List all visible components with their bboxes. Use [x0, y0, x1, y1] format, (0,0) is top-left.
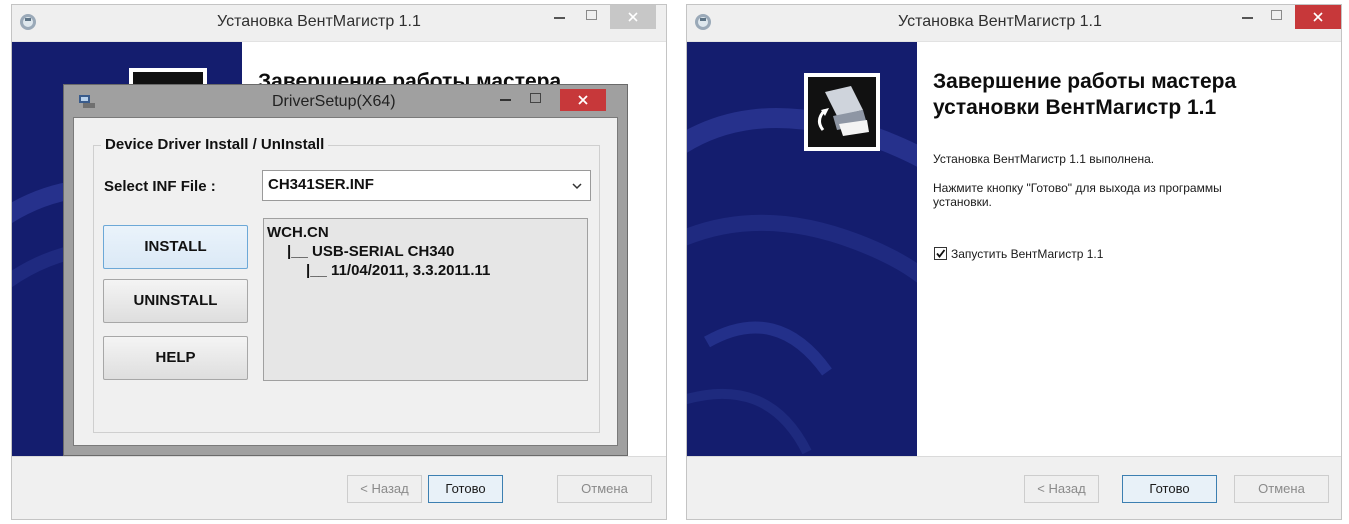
- tree-root: WCH.CN: [267, 224, 329, 241]
- maximize-icon: [1271, 10, 1282, 20]
- inf-file-value: CH341SER.INF: [268, 176, 374, 193]
- uninstall-button[interactable]: UNINSTALL: [103, 279, 248, 323]
- left-window-titlebar[interactable]: Установка ВентМагистр 1.1: [12, 5, 666, 42]
- driver-minimize-button[interactable]: [494, 89, 518, 113]
- maximize-button[interactable]: [1265, 5, 1289, 29]
- close-icon: [628, 12, 638, 22]
- installer-app-icon: [20, 14, 36, 30]
- left-window-title: Установка ВентМагистр 1.1: [217, 13, 421, 30]
- back-button[interactable]: < Назад: [347, 475, 422, 503]
- dropdown-chevron-icon: [572, 183, 582, 190]
- maximize-icon: [586, 10, 597, 20]
- wizard-heading-line1: Завершение работы мастера: [933, 70, 1237, 93]
- driver-dialog-title: DriverSetup(X64): [272, 93, 396, 110]
- cancel-button[interactable]: Отмена: [1234, 475, 1329, 503]
- close-icon: [578, 95, 588, 105]
- banner-graphic: [687, 42, 917, 457]
- select-inf-label: Select INF File :: [104, 178, 216, 195]
- install-button[interactable]: INSTALL: [103, 225, 248, 269]
- driver-maximize-button[interactable]: [524, 89, 548, 113]
- inf-file-select[interactable]: CH341SER.INF: [262, 170, 591, 201]
- right-window-title: Установка ВентМагистр 1.1: [898, 13, 1102, 30]
- wizard-banner: [687, 42, 917, 457]
- instruction-text-line2: установки.: [933, 195, 992, 209]
- driver-setup-dialog: DriverSetup(X64) Device Driver Install /…: [63, 84, 628, 456]
- driver-dialog-client: Device Driver Install / UnInstall Select…: [73, 117, 618, 446]
- minimize-button[interactable]: [548, 5, 572, 29]
- minimize-icon: [554, 17, 565, 19]
- minimize-button[interactable]: [1236, 5, 1260, 29]
- maximize-icon: [530, 93, 541, 103]
- back-button[interactable]: < Назад: [1024, 475, 1099, 503]
- right-wizard-footer: < Назад Готово Отмена: [687, 456, 1341, 519]
- install-complete-text: Установка ВентМагистр 1.1 выполнена.: [933, 152, 1155, 166]
- checkmark-icon: [936, 249, 946, 258]
- left-wizard-footer: < Назад Готово Отмена: [12, 456, 666, 519]
- group-label: Device Driver Install / UnInstall: [101, 136, 329, 153]
- finish-button[interactable]: Готово: [1122, 475, 1217, 503]
- installer-app-icon: [695, 14, 711, 30]
- right-installer-window: Установка ВентМагистр 1.1 Завершение раб…: [686, 4, 1342, 520]
- driver-dialog-titlebar[interactable]: DriverSetup(X64): [64, 85, 627, 117]
- cancel-button[interactable]: Отмена: [557, 475, 652, 503]
- maximize-button[interactable]: [580, 5, 604, 29]
- minimize-icon: [1242, 17, 1253, 19]
- minimize-icon: [500, 99, 511, 101]
- driver-close-button[interactable]: [560, 89, 606, 111]
- driver-setup-app-icon: [79, 95, 95, 108]
- close-button[interactable]: [610, 5, 656, 29]
- launch-app-checkbox[interactable]: [934, 247, 947, 260]
- tree-grandchild: |__ 11/04/2011, 3.3.2011.11: [306, 262, 491, 279]
- close-button[interactable]: [1295, 5, 1341, 29]
- driver-tree-view[interactable]: WCH.CN |__ USB-SERIAL CH340 |__ 11/04/20…: [263, 218, 588, 381]
- launch-app-label[interactable]: Запустить ВентМагистр 1.1: [951, 247, 1103, 261]
- help-button[interactable]: HELP: [103, 336, 248, 380]
- finish-button[interactable]: Готово: [428, 475, 503, 503]
- right-window-titlebar[interactable]: Установка ВентМагистр 1.1: [687, 5, 1341, 42]
- computer-install-icon: [804, 73, 880, 151]
- wizard-heading-line2: установки ВентМагистр 1.1: [933, 96, 1217, 119]
- tree-child: |__ USB-SERIAL CH340: [287, 243, 455, 260]
- instruction-text-line1: Нажмите кнопку "Готово" для выхода из пр…: [933, 181, 1222, 195]
- close-icon: [1313, 12, 1323, 22]
